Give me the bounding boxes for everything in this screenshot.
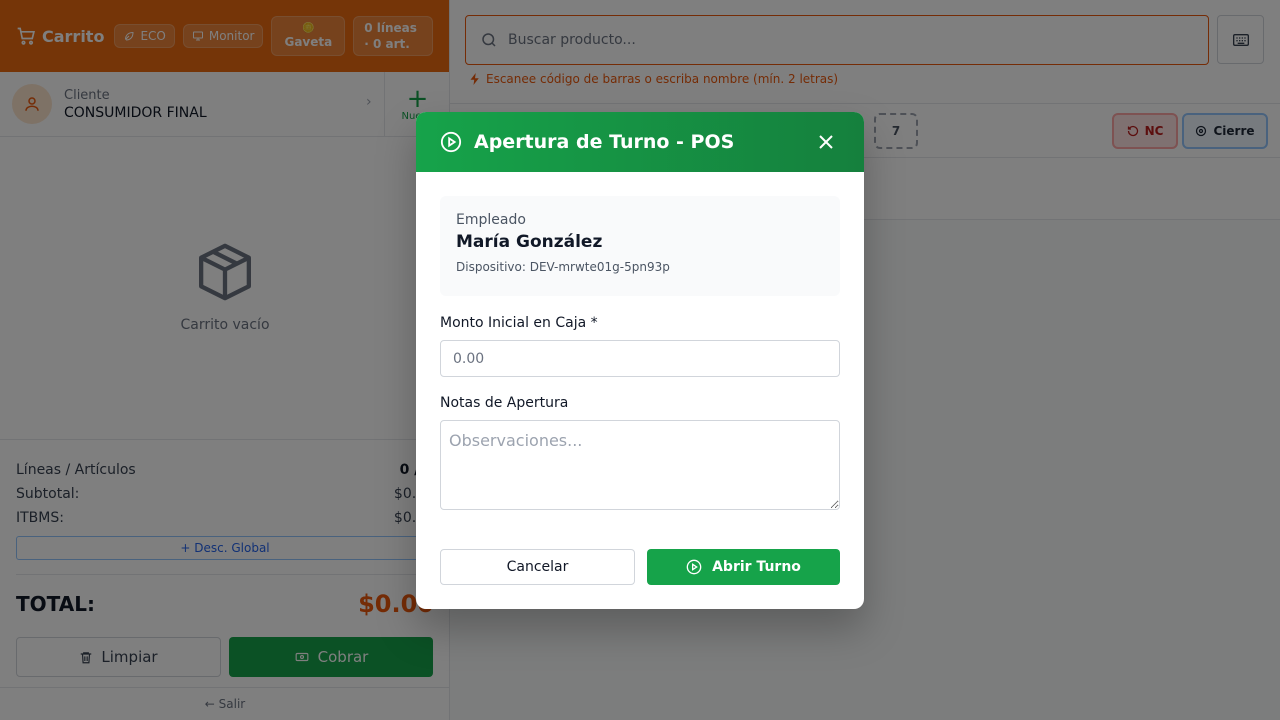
notes-textarea[interactable] [440,420,840,510]
modal-header: Apertura de Turno - POS [416,112,864,172]
initial-amount-input[interactable] [440,340,840,377]
device-id: Dispositivo: DEV-mrwte01g-5pn93p [456,260,670,274]
employee-name: María González [456,232,603,252]
employee-label: Empleado [456,212,526,228]
open-shift-label: Abrir Turno [712,559,801,575]
cancel-button[interactable]: Cancelar [440,549,635,585]
amount-label: Monto Inicial en Caja * [440,315,598,331]
open-shift-button[interactable]: Abrir Turno [647,549,840,585]
notes-label: Notas de Apertura [440,395,569,411]
play-circle-icon [686,559,702,575]
close-icon [819,135,833,149]
close-modal-button[interactable] [816,132,836,152]
modal-title: Apertura de Turno - POS [474,131,735,153]
play-circle-icon [440,131,462,153]
open-shift-modal: Apertura de Turno - POS Empleado María G… [416,112,864,609]
employee-card: Empleado María González Dispositivo: DEV… [440,196,840,296]
